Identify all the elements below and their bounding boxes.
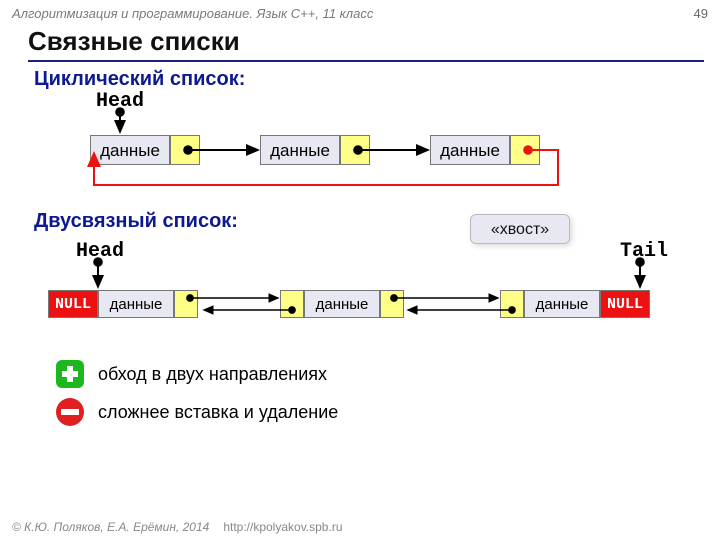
top-bar: Алгоритмизация и программирование. Язык … <box>12 6 708 21</box>
circular-node-3: данные <box>430 135 540 165</box>
circular-node-2-data: данные <box>260 135 340 165</box>
subhead-doubly: Двусвязный список: <box>34 210 238 233</box>
doubly-node-2-data: данные <box>304 290 380 318</box>
doubly-node-3-next-null: NULL <box>600 290 650 318</box>
circular-node-1: данные <box>90 135 200 165</box>
page-number: 49 <box>694 6 708 21</box>
slide-title: Связные списки <box>28 26 240 57</box>
bullet-pro: обход в двух направлениях <box>56 360 327 388</box>
doubly-node-3-prev <box>500 290 524 318</box>
doubly-node-1-prev-null: NULL <box>48 290 98 318</box>
doubly-node-1-data: данные <box>98 290 174 318</box>
label-head-doubly: Head <box>76 240 124 263</box>
bullet-pro-text: обход в двух направлениях <box>98 364 327 385</box>
footer: © К.Ю. Поляков, Е.А. Ерёмин, 2014 http:/… <box>12 520 343 534</box>
label-tail-doubly: Tail <box>620 240 668 263</box>
doubly-node-2: данные <box>280 290 404 318</box>
doubly-node-3-data: данные <box>524 290 600 318</box>
circular-node-2: данные <box>260 135 370 165</box>
copyright: © К.Ю. Поляков, Е.А. Ерёмин, 2014 <box>12 520 209 534</box>
circular-node-3-data: данные <box>430 135 510 165</box>
minus-icon <box>56 398 84 426</box>
doubly-node-2-prev <box>280 290 304 318</box>
label-head-circular: Head <box>96 90 144 113</box>
doubly-node-2-next <box>380 290 404 318</box>
subhead-circular: Циклический список: <box>34 68 245 91</box>
course-name: Алгоритмизация и программирование. Язык … <box>12 6 373 21</box>
title-rule <box>28 60 704 62</box>
doubly-node-3: данныеNULL <box>500 290 650 318</box>
doubly-node-1-next <box>174 290 198 318</box>
tail-badge: «хвост» <box>470 214 570 244</box>
footer-url: http://kpolyakov.spb.ru <box>223 520 342 534</box>
bullet-con-text: сложнее вставка и удаление <box>98 402 338 423</box>
circular-node-3-ptr <box>510 135 540 165</box>
bullet-con: сложнее вставка и удаление <box>56 398 338 426</box>
circular-node-2-ptr <box>340 135 370 165</box>
circular-node-1-ptr <box>170 135 200 165</box>
plus-icon <box>56 360 84 388</box>
circular-node-1-data: данные <box>90 135 170 165</box>
doubly-node-1: NULLданные <box>48 290 198 318</box>
